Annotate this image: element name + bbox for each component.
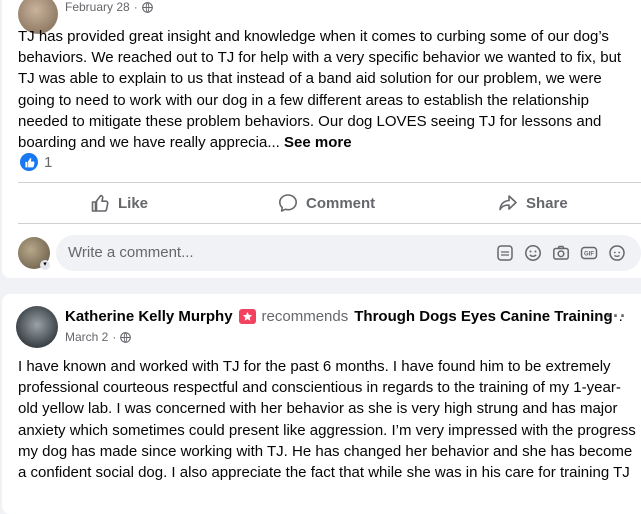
gif-icon[interactable]: GIF: [580, 244, 598, 262]
divider: [18, 223, 641, 224]
comment-label: Comment: [306, 194, 376, 212]
comment-bubble-icon: [279, 194, 297, 212]
post2-author[interactable]: Katherine Kelly Murphy: [65, 308, 233, 325]
post1-text: TJ has provided great insight and knowle…: [18, 26, 640, 153]
post-card-1: February 28 · TJ has provided great insi…: [2, 0, 641, 278]
comment-placeholder: Write a comment...: [68, 244, 194, 261]
like-button[interactable]: Like: [90, 183, 148, 223]
like-reaction-icon: [20, 153, 38, 171]
post2-header: Katherine Kelly Murphy recommends Throug…: [65, 308, 623, 325]
share-button[interactable]: Share: [498, 183, 568, 223]
share-arrow-icon: [499, 195, 517, 211]
post1-meta: February 28 ·: [65, 0, 153, 14]
reaction-summary[interactable]: 1: [20, 153, 52, 171]
comment-input[interactable]: Write a comment... GIF: [56, 235, 641, 271]
more-options-icon[interactable]: ···: [606, 306, 627, 327]
post2-body: I have known and worked with TJ for the …: [18, 358, 636, 482]
post2-meta: March 2 ·: [65, 330, 132, 344]
comment-tools: GIF: [496, 244, 626, 262]
see-more-link[interactable]: See more: [284, 134, 352, 151]
avatar-sticker-icon[interactable]: [608, 244, 626, 262]
globe-icon: [141, 1, 153, 13]
reaction-count: 1: [44, 153, 53, 171]
post-card-2: Katherine Kelly Murphy recommends Throug…: [2, 294, 641, 514]
sticker-icon[interactable]: [496, 244, 514, 262]
post2-date[interactable]: March 2: [65, 330, 108, 344]
page-link[interactable]: Through Dogs Eyes Canine Training: [354, 308, 612, 325]
post2-avatar[interactable]: [16, 306, 58, 348]
post-actions-bar: Like Comment Share: [2, 183, 641, 223]
post2-text: I have known and worked with TJ for the …: [18, 356, 640, 483]
globe-icon: [120, 331, 132, 343]
comment-button[interactable]: Comment: [278, 183, 375, 223]
recommend-badge-icon: [238, 309, 256, 324]
like-label: Like: [118, 194, 149, 212]
svg-text:GIF: GIF: [584, 251, 594, 257]
recommends-text: recommends: [261, 308, 349, 325]
camera-icon[interactable]: [552, 244, 570, 262]
post1-body: TJ has provided great insight and knowle…: [18, 28, 622, 152]
share-label: Share: [526, 194, 568, 212]
emoji-icon[interactable]: [524, 244, 542, 262]
thumbs-up-icon: [91, 194, 109, 212]
post1-date[interactable]: February 28: [65, 0, 130, 14]
avatar-dropdown-icon[interactable]: ▾: [40, 260, 50, 270]
